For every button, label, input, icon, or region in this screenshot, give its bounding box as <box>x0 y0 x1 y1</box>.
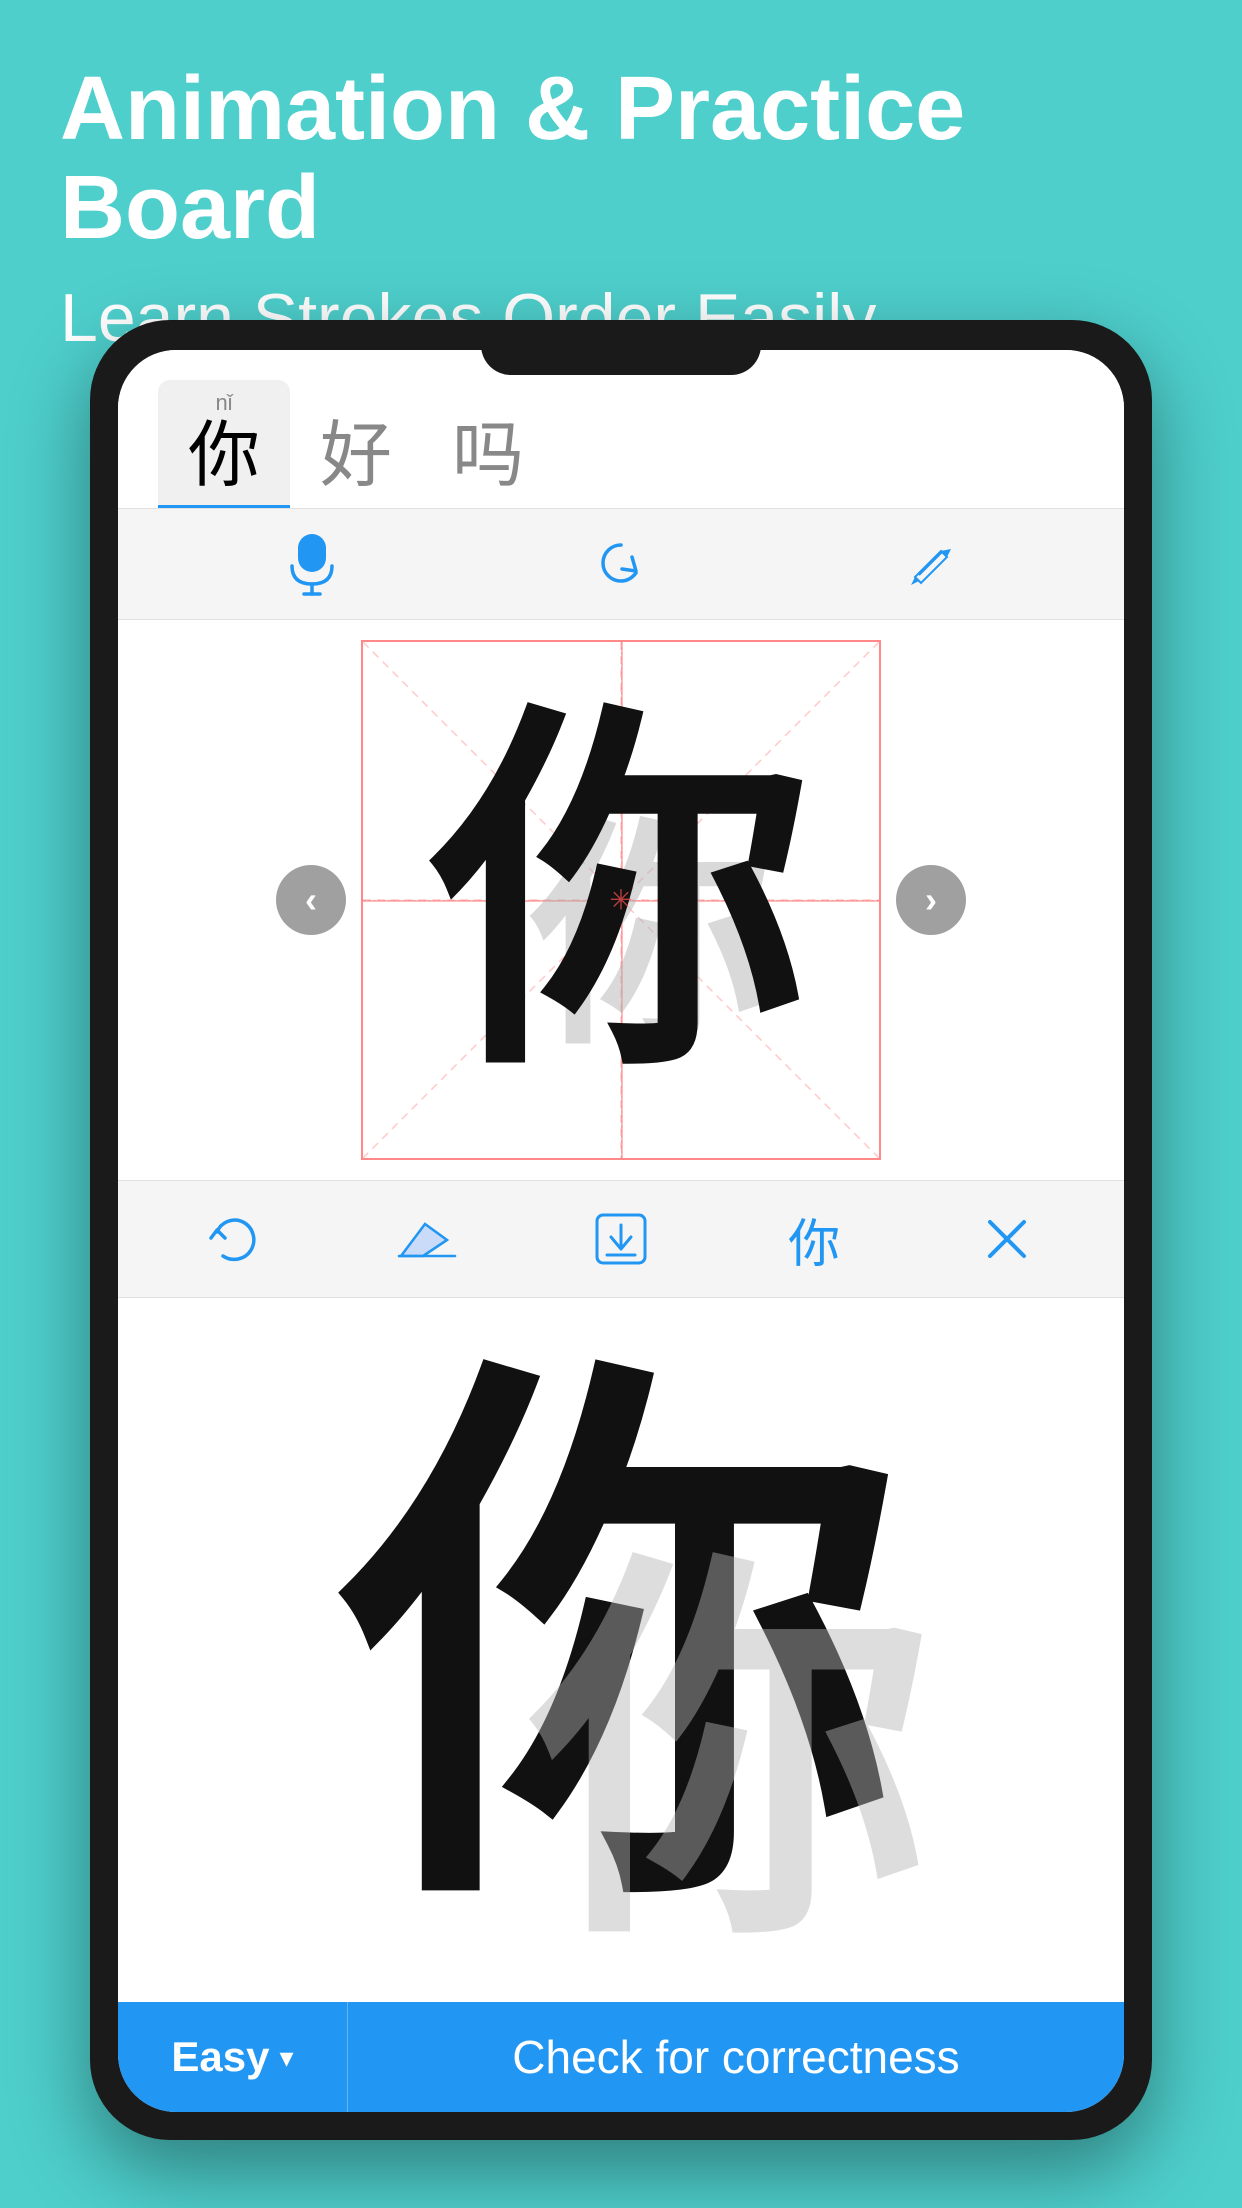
chevron-down-icon: ▾ <box>280 2041 294 2074</box>
top-toolbar <box>118 509 1124 620</box>
drawing-area-container: ‹ 你 你 ✳ <box>118 620 1124 1180</box>
tab-ni-pinyin: nǐ <box>215 390 232 416</box>
phone-screen: nǐ 你 好 吗 <box>118 350 1124 2112</box>
pencil-icon <box>905 539 955 589</box>
char-reference-button[interactable]: 你 <box>774 1199 854 1279</box>
large-character-ghost: 你 <box>531 1560 931 1960</box>
mic-button[interactable] <box>277 529 347 599</box>
char-display-wrapper: 你 你 <box>341 1370 901 1930</box>
tab-ma[interactable]: 吗 <box>422 406 554 508</box>
check-correctness-button[interactable]: Check for correctness <box>348 2002 1124 2112</box>
char-reference-label: 你 <box>788 1202 840 1277</box>
tab-hao[interactable]: 好 <box>290 406 422 508</box>
pencil-button[interactable] <box>895 529 965 599</box>
bottom-bar: Easy ▾ Check for correctness <box>118 2002 1124 2112</box>
main-title: Animation & Practice Board <box>60 60 1182 258</box>
chevron-left-icon: ‹ <box>305 882 317 918</box>
mic-icon <box>288 534 336 594</box>
chevron-right-icon: › <box>925 882 937 918</box>
phone-notch <box>481 320 761 375</box>
erase-icon <box>395 1212 460 1267</box>
tab-ni-char: 你 <box>188 420 260 492</box>
tab-ni[interactable]: nǐ 你 <box>158 380 290 508</box>
crosshair-icon: ✳ <box>609 884 632 917</box>
undo-button[interactable] <box>195 1199 275 1279</box>
prev-arrow-button[interactable]: ‹ <box>276 865 346 935</box>
phone-wrapper: nǐ 你 好 吗 <box>90 320 1152 2208</box>
next-arrow-button[interactable]: › <box>896 865 966 935</box>
close-button[interactable] <box>967 1199 1047 1279</box>
refresh-icon <box>594 537 648 591</box>
drawing-canvas[interactable]: 你 你 ✳ <box>361 640 881 1160</box>
check-correctness-label: Check for correctness <box>512 2030 959 2084</box>
phone-outer: nǐ 你 好 吗 <box>90 320 1152 2140</box>
erase-button[interactable] <box>388 1199 468 1279</box>
save-icon <box>591 1209 651 1269</box>
difficulty-button[interactable]: Easy ▾ <box>118 2002 348 2112</box>
tab-hao-char: 好 <box>320 420 392 492</box>
tab-ma-char: 吗 <box>452 420 524 492</box>
close-icon <box>982 1214 1032 1264</box>
refresh-button[interactable] <box>586 529 656 599</box>
undo-icon <box>207 1212 262 1267</box>
save-button[interactable] <box>581 1199 661 1279</box>
difficulty-label: Easy <box>171 2033 269 2081</box>
char-display-area: 你 你 <box>118 1298 1124 2002</box>
